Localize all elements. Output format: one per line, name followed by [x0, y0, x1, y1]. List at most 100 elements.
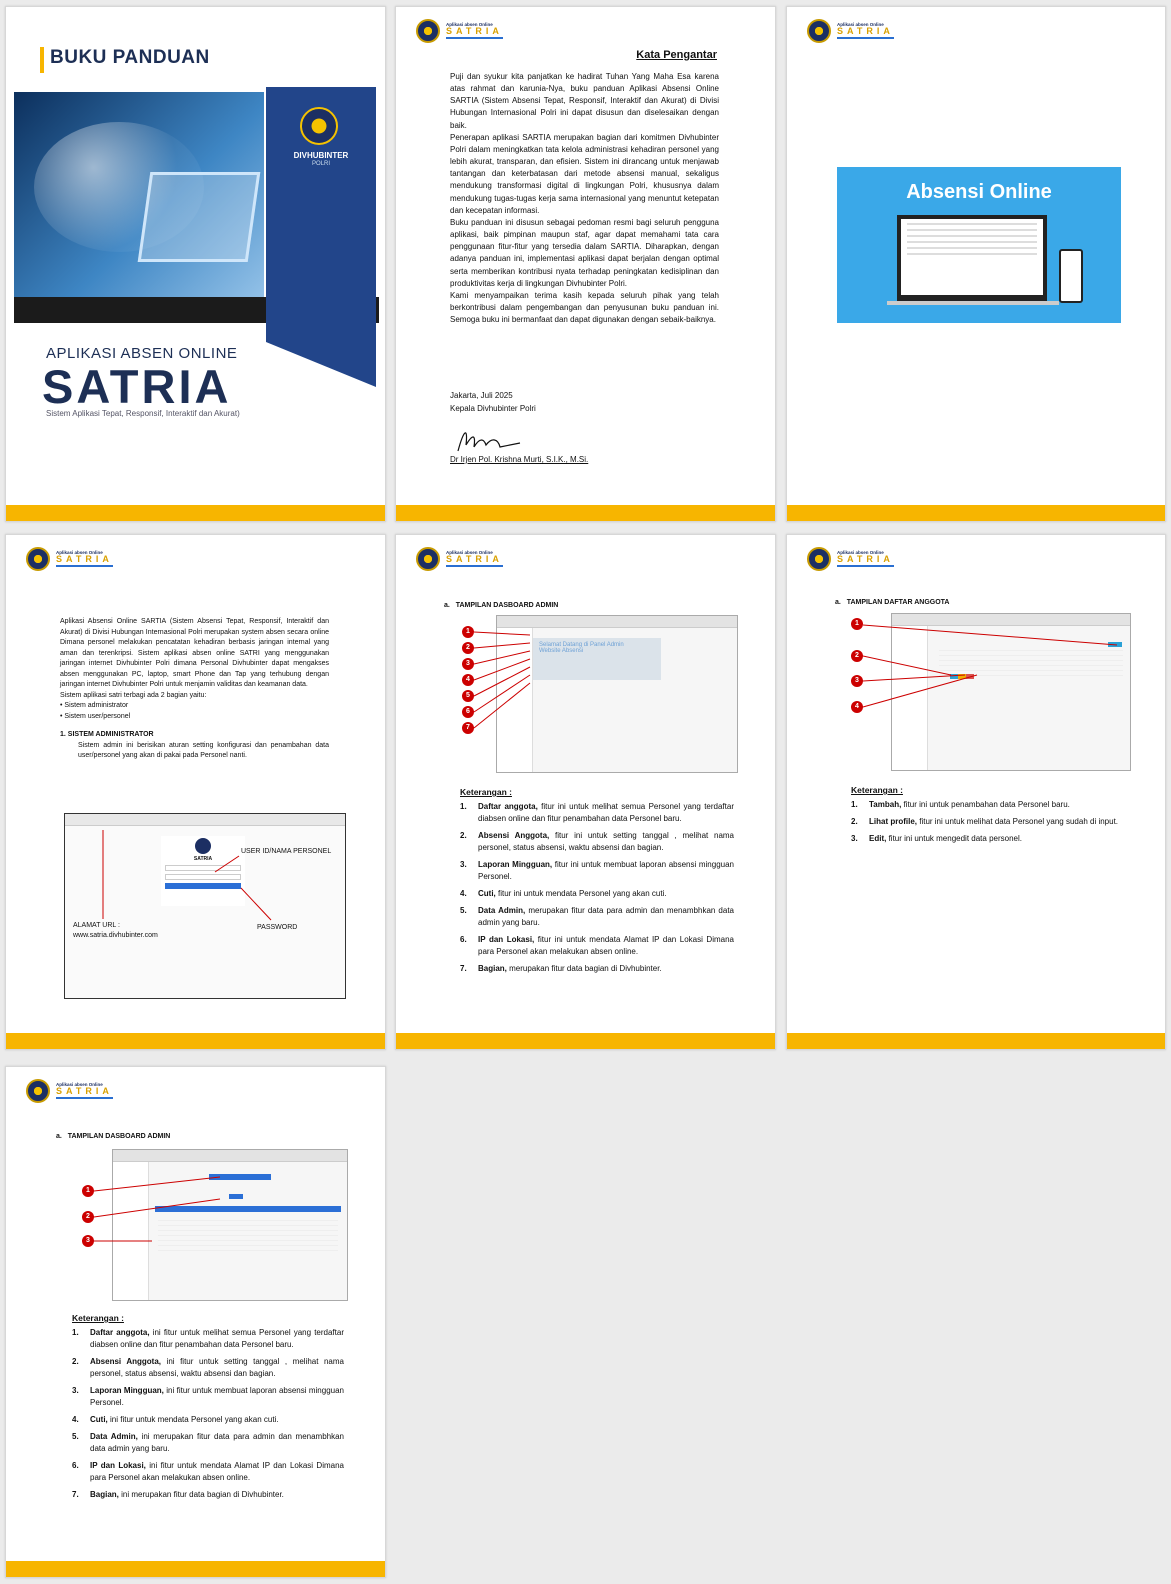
page-header: Aplikasi absen Online SATRIA: [26, 1079, 113, 1103]
list-item: 2. Lihat profile, fitur ini untuk melihat…: [851, 817, 1119, 826]
login-screenshot: SATRIA USER ID/NAMA PERSONEL PASSWORD AL…: [64, 813, 346, 999]
list-item: 7. Bagian, ini merupakan fitur data bagia…: [72, 1490, 284, 1499]
foreword-p4: Kami menyampaikan terima kasih kepada se…: [450, 290, 719, 325]
page-foreword: Aplikasi absen Online SATRIA Kata Pengant…: [395, 6, 776, 522]
satria-logo-icon: [807, 547, 831, 571]
page-header: Aplikasi absen Online SATRIA: [416, 547, 503, 571]
section-heading: a. TAMPILAN DASBOARD ADMIN: [444, 602, 559, 609]
list-item: 2. Absensi Anggota, fitur ini untuk setti…: [460, 831, 735, 852]
page-daftar-anggota: Aplikasi absen Online SATRIA a. TAMPILAN …: [786, 534, 1166, 1050]
header-big: SATRIA: [56, 555, 113, 568]
badge-arrows: [93, 1176, 221, 1242]
list-item: 5. Data Admin, merupakan fitur data para …: [460, 906, 734, 927]
section-heading: 1. SISTEM ADMINISTRATOR: [60, 731, 154, 738]
section-heading: a. TAMPILAN DAFTAR ANGGOTA: [835, 599, 950, 606]
title-accent-bar: [40, 47, 44, 73]
foreword-p3: Buku panduan ini disusun sebagai pedoman…: [450, 217, 719, 288]
feature-list: 1. Tambah, fitur ini untuk penambahan dat…: [851, 799, 1125, 850]
list-item: 3. Edit, fitur ini untuk mengedit data pe…: [851, 834, 1022, 843]
keterangan-label: Keterangan :: [460, 787, 512, 797]
page-dashboard-2: Aplikasi absen Online SATRIA a. TAMPILAN …: [5, 1066, 386, 1578]
cover-blue-panel: DIVHUBINTER POLRI: [266, 87, 376, 387]
sign-role: Kepala Divhubinter Polri: [450, 404, 536, 413]
page-header: Aplikasi absen Online SATRIA: [807, 19, 894, 43]
satria-logo-icon: [26, 1079, 50, 1103]
panel-line1: DIVHUBINTER: [293, 151, 349, 160]
page-intro: Aplikasi absen Online SATRIA Aplikasi Abs…: [5, 534, 386, 1050]
header-big: SATRIA: [446, 27, 503, 40]
badge-arrows: [862, 624, 1118, 708]
footer-bar: [6, 1033, 385, 1049]
banner-title: Absensi Online: [906, 181, 1052, 203]
header-big: SATRIA: [446, 555, 503, 568]
phone-icon: [1059, 249, 1083, 303]
page-dashboard: Aplikasi absen Online SATRIA a. TAMPILAN …: [395, 534, 776, 1050]
page-header: Aplikasi absen Online SATRIA: [26, 547, 113, 571]
header-big: SATRIA: [837, 27, 894, 40]
signature-image: [457, 432, 521, 452]
footer-bar: [396, 1033, 775, 1049]
feature-list: 1. Daftar anggota, ini fitur untuk meliha…: [72, 1327, 344, 1506]
list-item: 6. IP dan Lokasi, ini fitur untuk mendata…: [72, 1461, 344, 1482]
intro-line2: Sistem aplikasi satri terbagi ada 2 bagi…: [60, 691, 207, 699]
list-item: 1. Daftar anggota, ini fitur untuk meliha…: [72, 1328, 344, 1349]
footer-bar: [787, 1033, 1165, 1049]
list-item: 4. Cuti, fitur ini untuk mendata Personel…: [460, 889, 667, 898]
list-item: 3. Laporan Mingguan, fitur ini untuk memb…: [460, 860, 734, 881]
list-item: 7. Bagian, merupakan fitur data bagian di…: [460, 964, 662, 973]
footer-bar: [787, 505, 1165, 521]
intro-para: Aplikasi Absensi Online SARTIA (Sistem A…: [60, 618, 329, 688]
bullet-1: • Sistem administrator: [60, 702, 129, 709]
cover-tagline: Sistem Aplikasi Tepat, Responsif, Intera…: [46, 409, 240, 418]
page-banner: Aplikasi absen Online SATRIA Absensi Onli…: [786, 6, 1166, 522]
page-header: Aplikasi absen Online SATRIA: [416, 19, 503, 43]
keterangan-label: Keterangan :: [851, 785, 903, 795]
browser-bar: [497, 616, 737, 628]
page-header: Aplikasi absen Online SATRIA: [807, 547, 894, 571]
list-item: 1. Daftar anggota, fitur ini untuk meliha…: [460, 802, 734, 823]
absensi-banner: Absensi Online: [837, 167, 1121, 323]
satria-logo-icon: [807, 19, 831, 43]
list-item: 2. Absensi Anggota, ini fitur untuk setti…: [72, 1357, 344, 1378]
welcome-panel: Selamat Datang di Panel Admin Website Abs…: [533, 638, 661, 680]
foreword-title: Kata Pengantar: [636, 49, 717, 61]
annotation-arrows: [102, 830, 272, 921]
sign-name: Dr Irjen Pol. Krishna Murti, S.I.K., M.S…: [450, 455, 589, 464]
welcome-line2: Website Absensi: [539, 648, 584, 654]
screen-graphic: [137, 172, 261, 262]
cover-app-name: SATRIA: [42, 360, 232, 413]
laptop-base: [887, 301, 1059, 305]
browser-bar: [113, 1150, 347, 1162]
list-item: 3. Laporan Mingguan, ini fitur untuk memb…: [72, 1386, 344, 1407]
list-item: 4. Cuti, ini fitur untuk mendata Personel…: [72, 1415, 279, 1424]
footer-bar: [6, 1561, 385, 1577]
cover-world-image: [14, 92, 264, 322]
dashboard-screenshot: Selamat Datang di Panel Admin Website Abs…: [496, 615, 738, 773]
feature-list: 1. Daftar anggota, fitur ini untuk meliha…: [460, 801, 734, 980]
sign-place: Jakarta, Juli 2025: [450, 391, 513, 400]
foreword-p1: Puji dan syukur kita panjatkan ke hadira…: [450, 72, 719, 130]
header-big: SATRIA: [837, 555, 894, 568]
satria-logo-icon: [416, 19, 440, 43]
keterangan-label: Keterangan :: [72, 1313, 124, 1323]
foreword-p2: Penerapan aplikasi SARTIA merupakan bagi…: [450, 132, 719, 215]
header-big: SATRIA: [56, 1087, 113, 1100]
intro-body: Aplikasi Absensi Online SARTIA (Sistem A…: [60, 617, 329, 762]
badge-arrows: [473, 631, 531, 729]
foreword-body: Puji dan syukur kita panjatkan ke hadira…: [450, 71, 719, 326]
panel-line2: POLRI: [311, 161, 330, 167]
cover-title: BUKU PANDUAN: [50, 47, 210, 68]
section-heading: a. TAMPILAN DASBOARD ADMIN: [56, 1133, 171, 1140]
section-text: Sistem admin ini berisikan aturan settin…: [78, 741, 329, 760]
satria-logo-icon: [26, 547, 50, 571]
divhubinter-emblem-icon: [300, 107, 338, 145]
list-item: 5. Data Admin, ini merupakan fitur data p…: [72, 1432, 345, 1453]
footer-bar: [6, 505, 385, 521]
satria-logo-icon: [416, 547, 440, 571]
list-item: 1. Tambah, fitur ini untuk penambahan dat…: [851, 800, 1070, 809]
laptop-icon: [897, 215, 1047, 301]
footer-bar: [396, 505, 775, 521]
bullet-2: • Sistem user/personel: [60, 712, 131, 720]
page-cover: BUKU PANDUAN DIVHUBINTER POLRI APLIKASI …: [5, 6, 386, 522]
list-item: 6. IP dan Lokasi, fitur ini untuk mendata…: [460, 935, 734, 956]
